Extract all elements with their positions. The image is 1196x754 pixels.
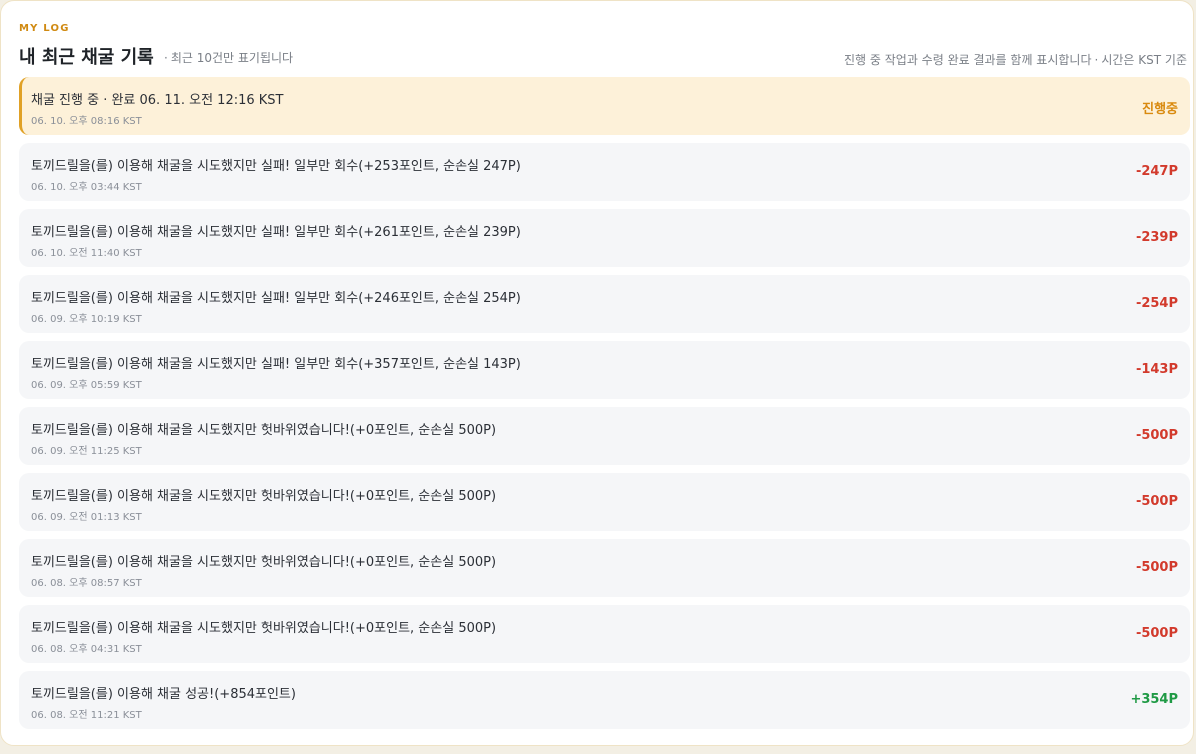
log-entry: 토끼드릴을(를) 이용해 채굴을 시도했지만 헛바위였습니다!(+0포인트, 순… (19, 473, 1190, 531)
log-entry-message: 토끼드릴을(를) 이용해 채굴 성공!(+854포인트) (31, 687, 296, 702)
log-entry: 채굴 진행 중 · 완료 06. 11. 오전 12:16 KST 06. 10… (19, 77, 1190, 135)
log-entry-message: 토끼드릴을(를) 이용해 채굴을 시도했지만 실패! 일부만 회수(+357포인… (31, 357, 521, 372)
log-entry-message: 토끼드릴을(를) 이용해 채굴을 시도했지만 헛바위였습니다!(+0포인트, 순… (31, 489, 497, 504)
note-dot: · (1094, 53, 1099, 67)
subtitle-dot: · (164, 51, 168, 65)
note-main: 진행 중 작업과 수령 완료 결과를 함께 표시합니다 (844, 53, 1092, 67)
log-entry-message: 토끼드릴을(를) 이용해 채굴을 시도했지만 실패! 일부만 회수(+246포인… (31, 291, 521, 306)
log-entry-time: 06. 09. 오전 01:13 KST (31, 512, 142, 523)
header-note: 진행 중 작업과 수령 완료 결과를 함께 표시합니다 · 시간은 KST 기준 (844, 51, 1187, 68)
log-entry-value: 진행중 (1142, 102, 1178, 117)
log-entry-message: 토끼드릴을(를) 이용해 채굴을 시도했지만 헛바위였습니다!(+0포인트, 순… (31, 423, 497, 438)
mining-log-card: MY LOG 내 최근 채굴 기록 · 최근 10건만 표기됩니다 진행 중 작업… (0, 0, 1194, 746)
log-entry-value: -500P (1135, 428, 1178, 443)
log-entry-value: -247P (1135, 164, 1178, 179)
page-title: 내 최근 채굴 기록 (19, 47, 154, 68)
subtitle-text: 최근 10건만 표기됩니다 (170, 51, 294, 65)
log-entry-message: 토끼드릴을(를) 이용해 채굴을 시도했지만 헛바위였습니다!(+0포인트, 순… (31, 555, 497, 570)
log-entry: 토끼드릴을(를) 이용해 채굴을 시도했지만 실패! 일부만 회수(+261포인… (19, 209, 1190, 267)
log-entry: 토끼드릴을(를) 이용해 채굴을 시도했지만 실패! 일부만 회수(+357포인… (19, 341, 1190, 399)
log-entry-value: -254P (1135, 296, 1178, 311)
log-entry-message: 토끼드릴을(를) 이용해 채굴을 시도했지만 헛바위였습니다!(+0포인트, 순… (31, 621, 497, 636)
log-entry: 토끼드릴을(를) 이용해 채굴을 시도했지만 헛바위였습니다!(+0포인트, 순… (19, 539, 1190, 597)
log-entry: 토끼드릴을(를) 이용해 채굴을 시도했지만 실패! 일부만 회수(+253포인… (19, 143, 1190, 201)
log-entry-message: 채굴 진행 중 · 완료 06. 11. 오전 12:16 KST (31, 93, 284, 108)
log-entry-value: +354P (1130, 692, 1178, 707)
log-entry-time: 06. 10. 오후 08:16 KST (31, 116, 142, 127)
log-entry-value: -500P (1135, 560, 1178, 575)
log-entry-value: -143P (1135, 362, 1178, 377)
section-eyebrow: MY LOG (19, 23, 70, 34)
log-entry-message: 토끼드릴을(를) 이용해 채굴을 시도했지만 실패! 일부만 회수(+261포인… (31, 225, 521, 240)
log-entry-time: 06. 10. 오후 03:44 KST (31, 182, 142, 193)
log-entry-time: 06. 09. 오후 10:19 KST (31, 314, 142, 325)
log-entry-time: 06. 08. 오후 04:31 KST (31, 644, 142, 655)
note-timezone: 시간은 KST 기준 (1101, 53, 1187, 67)
title-subtitle: · 최근 10건만 표기됩니다 (161, 49, 293, 66)
log-entry-value: -239P (1135, 230, 1178, 245)
log-list: 채굴 진행 중 · 완료 06. 11. 오전 12:16 KST 06. 10… (19, 77, 1190, 737)
log-entry-message: 토끼드릴을(를) 이용해 채굴을 시도했지만 실패! 일부만 회수(+253포인… (31, 159, 521, 174)
log-entry-value: -500P (1135, 494, 1178, 509)
log-entry: 토끼드릴을(를) 이용해 채굴을 시도했지만 헛바위였습니다!(+0포인트, 순… (19, 605, 1190, 663)
log-entry-time: 06. 08. 오전 11:21 KST (31, 710, 142, 721)
log-entry: 토끼드릴을(를) 이용해 채굴을 시도했지만 실패! 일부만 회수(+246포인… (19, 275, 1190, 333)
log-entry: 토끼드릴을(를) 이용해 채굴 성공!(+854포인트) 06. 08. 오전 … (19, 671, 1190, 729)
log-entry-value: -500P (1135, 626, 1178, 641)
log-entry-time: 06. 09. 오전 11:25 KST (31, 446, 142, 457)
log-entry-time: 06. 08. 오후 08:57 KST (31, 578, 142, 589)
log-entry-time: 06. 09. 오후 05:59 KST (31, 380, 142, 391)
log-entry-time: 06. 10. 오전 11:40 KST (31, 248, 142, 259)
log-entry: 토끼드릴을(를) 이용해 채굴을 시도했지만 헛바위였습니다!(+0포인트, 순… (19, 407, 1190, 465)
